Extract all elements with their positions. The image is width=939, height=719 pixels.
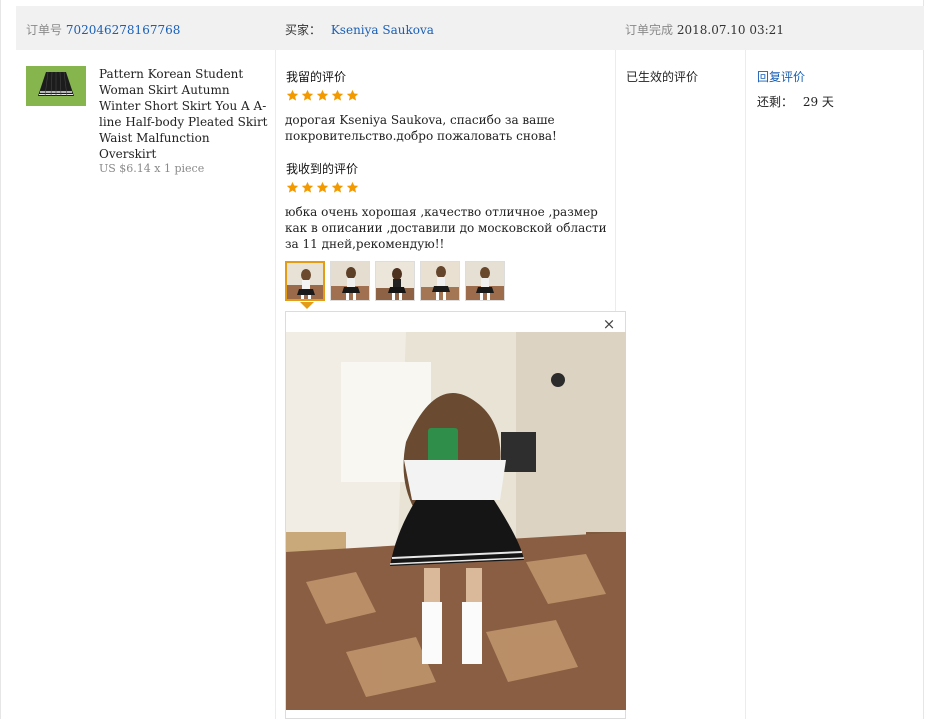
review-photo-large [286,332,626,710]
review-photo-illustration [286,332,626,710]
photo-preview-icon [287,263,323,299]
column-divider [275,50,276,719]
star-icon [286,181,299,193]
product-price: US $6.14 x 1 piece [99,162,205,175]
review-photo-thumbnail[interactable] [465,261,505,301]
order-completed-time: 2018.07.10 03:21 [676,23,784,37]
order-completed-label: 订单完成 [625,23,674,37]
order-number-group: 订单号 702046278167768 [26,21,180,38]
photo-preview-icon [466,262,504,300]
star-icon [331,89,344,101]
reply-feedback-link[interactable]: 回复评价 [757,68,805,85]
close-icon[interactable]: × [601,316,617,332]
star-icon [286,89,299,101]
star-icon [331,181,344,193]
received-feedback-stars [286,181,359,196]
photo-preview-icon [376,262,414,300]
review-photo-thumbnails [285,261,505,301]
star-icon [346,89,359,101]
left-feedback-stars [286,89,359,104]
order-completed-group: 订单完成 2018.07.10 03:21 [625,21,784,38]
buyer-label: 买家： [285,23,322,37]
feedback-status: 已生效的评价 [626,70,699,84]
product-thumbnail[interactable] [26,66,86,106]
review-photo-thumbnail[interactable] [330,261,370,301]
order-number-label: 订单号 [26,23,63,37]
review-photo-thumbnail[interactable] [420,261,460,301]
skirt-thumbnail-icon [26,66,86,106]
star-icon [316,181,329,193]
star-icon [301,181,314,193]
star-icon [301,89,314,101]
received-feedback-text: юбка очень хорошая ,качество отличное ,р… [285,205,607,251]
photo-preview-icon [331,262,369,300]
buyer-group: 买家： Kseniya Saukova [285,21,434,38]
review-photo-thumbnail[interactable] [285,261,325,301]
column-divider [745,50,746,719]
product-title-link[interactable]: Pattern Korean Student Woman Skirt Autum… [99,66,269,162]
order-header: 订单号 702046278167768 买家： Kseniya Saukova … [16,6,924,50]
order-number-link[interactable]: 702046278167768 [66,23,181,37]
review-photo-thumbnail[interactable] [375,261,415,301]
star-icon [346,181,359,193]
remaining-label: 还剩： [757,95,794,109]
left-feedback-text: дорогая Kseniya Saukova, спасибо за ваше… [285,113,557,143]
buyer-name-link[interactable]: Kseniya Saukova [331,23,434,37]
left-feedback-title: 我留的评价 [286,70,347,84]
star-icon [316,89,329,101]
received-feedback-title: 我收到的评价 [286,162,359,176]
remaining-days: 还剩： 29 天 [757,93,834,110]
active-thumbnail-pointer [300,302,314,309]
photo-preview-icon [421,262,459,300]
remaining-value: 29 天 [802,95,834,109]
